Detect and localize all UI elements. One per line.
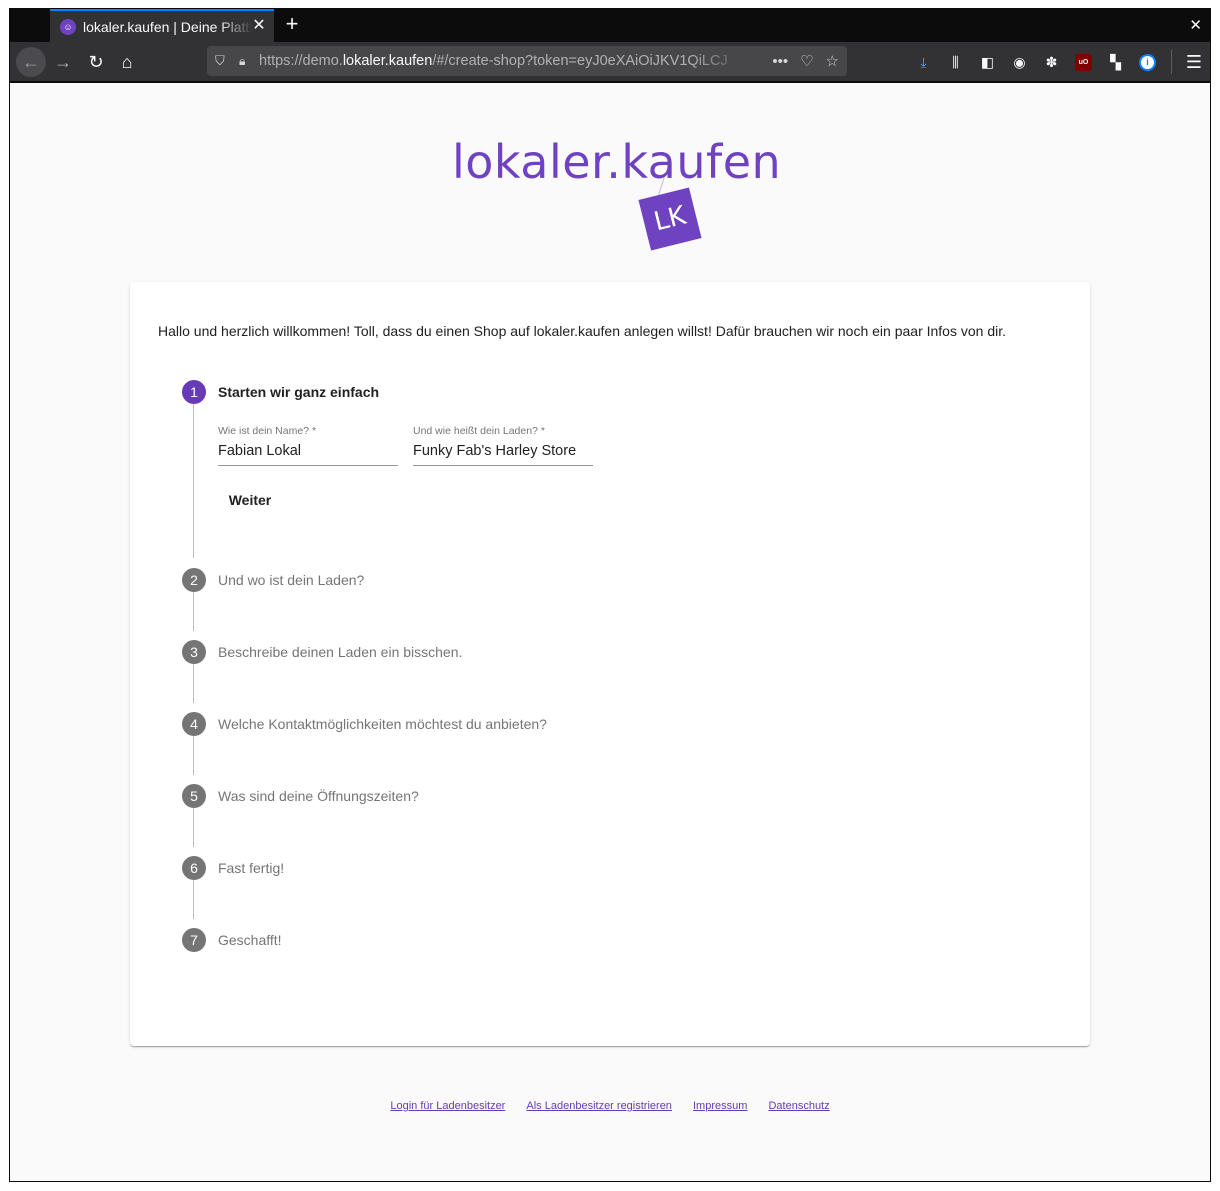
site-logo[interactable]: lokaler.kaufen LK [452,135,782,255]
new-tab-icon[interactable]: + [280,12,304,36]
library-icon[interactable]: ⫼ [947,54,964,71]
logo-text: lokaler.kaufen [452,135,782,189]
url-text[interactable]: https://demo.lokaler.kaufen/#/create-sho… [259,53,749,69]
step-label: Geschafft! [218,932,282,948]
reload-icon[interactable]: ↻ [81,47,111,77]
step-number: 6 [182,856,206,880]
stepper-connector [193,879,194,919]
toolbar-separator [1171,50,1172,74]
extension-paw-icon[interactable]: ✽ [1043,54,1060,71]
window-close-icon[interactable]: ✕ [1189,16,1202,34]
create-shop-card: Hallo und herzlich willkommen! Toll, das… [130,282,1090,1046]
shop-name-field-label: Und wie heißt dein Laden? * [413,425,545,437]
step-number: 7 [182,928,206,952]
footer-privacy-link[interactable]: Datenschutz [768,1100,829,1112]
step-3[interactable]: 3 Beschreibe deinen Laden ein bisschen. [182,640,462,664]
stepper-connector [193,663,194,703]
url-host: lokaler.kaufen [342,53,433,69]
shop-name-input[interactable] [413,439,593,466]
footer-imprint-link[interactable]: Impressum [693,1100,747,1112]
browser-window: ☺ lokaler.kaufen | Deine Plattform ✕ + ✕… [9,8,1211,1182]
footer-links: Login für Ladenbesitzer Als Ladenbesitze… [10,1100,1210,1112]
footer-login-link[interactable]: Login für Ladenbesitzer [390,1100,505,1112]
step-number: 5 [182,784,206,808]
navigation-bar: ← → ↻ ⌂ ⛉ 🔒︎ https://demo.lokaler.kaufen… [10,42,1210,82]
step-label: Was sind deine Öffnungszeiten? [218,788,419,804]
pocket-icon[interactable]: ♡ [800,52,813,70]
step-number: 2 [182,568,206,592]
step-2[interactable]: 2 Und wo ist dein Laden? [182,568,364,592]
tracking-protection-shield-icon[interactable]: ⛉ [215,53,231,69]
next-button[interactable]: Weiter [218,482,282,518]
step-5[interactable]: 5 Was sind deine Öffnungszeiten? [182,784,419,808]
stepper-connector [193,807,194,847]
tab-close-icon[interactable]: ✕ [250,17,268,35]
page-actions-ellipsis-icon[interactable]: ••• [772,53,788,70]
url-bar[interactable]: ⛉ 🔒︎ https://demo.lokaler.kaufen/#/creat… [207,46,847,76]
bookmark-star-icon[interactable]: ☆ [826,52,839,70]
toolbar-icons: ⤓ ⫼ ◧ ◉ ✽ uO ▚ i [915,42,1172,82]
tab-title: lokaler.kaufen | Deine Plattform [83,18,253,35]
page-content: lokaler.kaufen LK Hallo und herzlich wil… [10,83,1210,1181]
url-path: /#/create-shop?token=eyJ0eXAiOiJKV1QiLCJ [432,53,728,69]
name-input[interactable] [218,439,398,466]
shop-name-field: Und wie heißt dein Laden? * [413,425,593,466]
home-icon[interactable]: ⌂ [112,47,142,77]
stepper-connector [193,735,194,775]
back-arrow-icon[interactable]: ← [16,47,46,77]
browser-tab[interactable]: ☺ lokaler.kaufen | Deine Plattform ✕ [50,9,274,42]
step-7[interactable]: 7 Geschafft! [182,928,282,952]
step-number: 1 [182,380,206,404]
ublock-origin-icon[interactable]: uO [1075,53,1092,71]
tab-strip: ☺ lokaler.kaufen | Deine Plattform ✕ + ✕ [10,9,1210,42]
step-label: Beschreibe deinen Laden ein bisschen. [218,644,463,660]
step-label: Welche Kontaktmöglichkeiten möchtest du … [218,716,547,732]
download-icon[interactable]: ⤓ [915,54,932,71]
step-6[interactable]: 6 Fast fertig! [182,856,284,880]
hamburger-menu-icon[interactable]: ☰ [1186,52,1202,73]
name-field: Wie ist dein Name? * [218,425,398,466]
password-manager-icon[interactable]: i [1139,53,1156,71]
step-1[interactable]: 1 Starten wir ganz einfach [182,380,379,404]
lock-icon[interactable]: 🔒︎ [239,54,253,69]
step-label: Fast fertig! [218,860,285,876]
url-actions: ••• ♡ ☆ [772,46,839,76]
name-field-label: Wie ist dein Name? * [218,425,317,437]
footer-register-link[interactable]: Als Ladenbesitzer registrieren [526,1100,672,1112]
step-label: Starten wir ganz einfach [218,384,380,400]
logo-badge: LK [638,187,702,251]
extensions-grid-icon[interactable]: ▚ [1107,54,1124,71]
url-prefix: https://demo. [259,53,343,69]
forward-arrow-icon[interactable]: → [48,47,78,77]
lokaler-kaufen-favicon-icon: ☺ [60,18,76,35]
sidebar-icon[interactable]: ◧ [979,54,996,71]
step-number: 3 [182,640,206,664]
stepper-connector [193,403,194,558]
step-4[interactable]: 4 Welche Kontaktmöglichkeiten möchtest d… [182,712,547,736]
step-label: Und wo ist dein Laden? [218,572,365,588]
intro-text: Hallo und herzlich willkommen! Toll, das… [158,323,1006,339]
step-number: 4 [182,712,206,736]
account-icon[interactable]: ◉ [1011,54,1028,71]
stepper-connector [193,591,194,631]
